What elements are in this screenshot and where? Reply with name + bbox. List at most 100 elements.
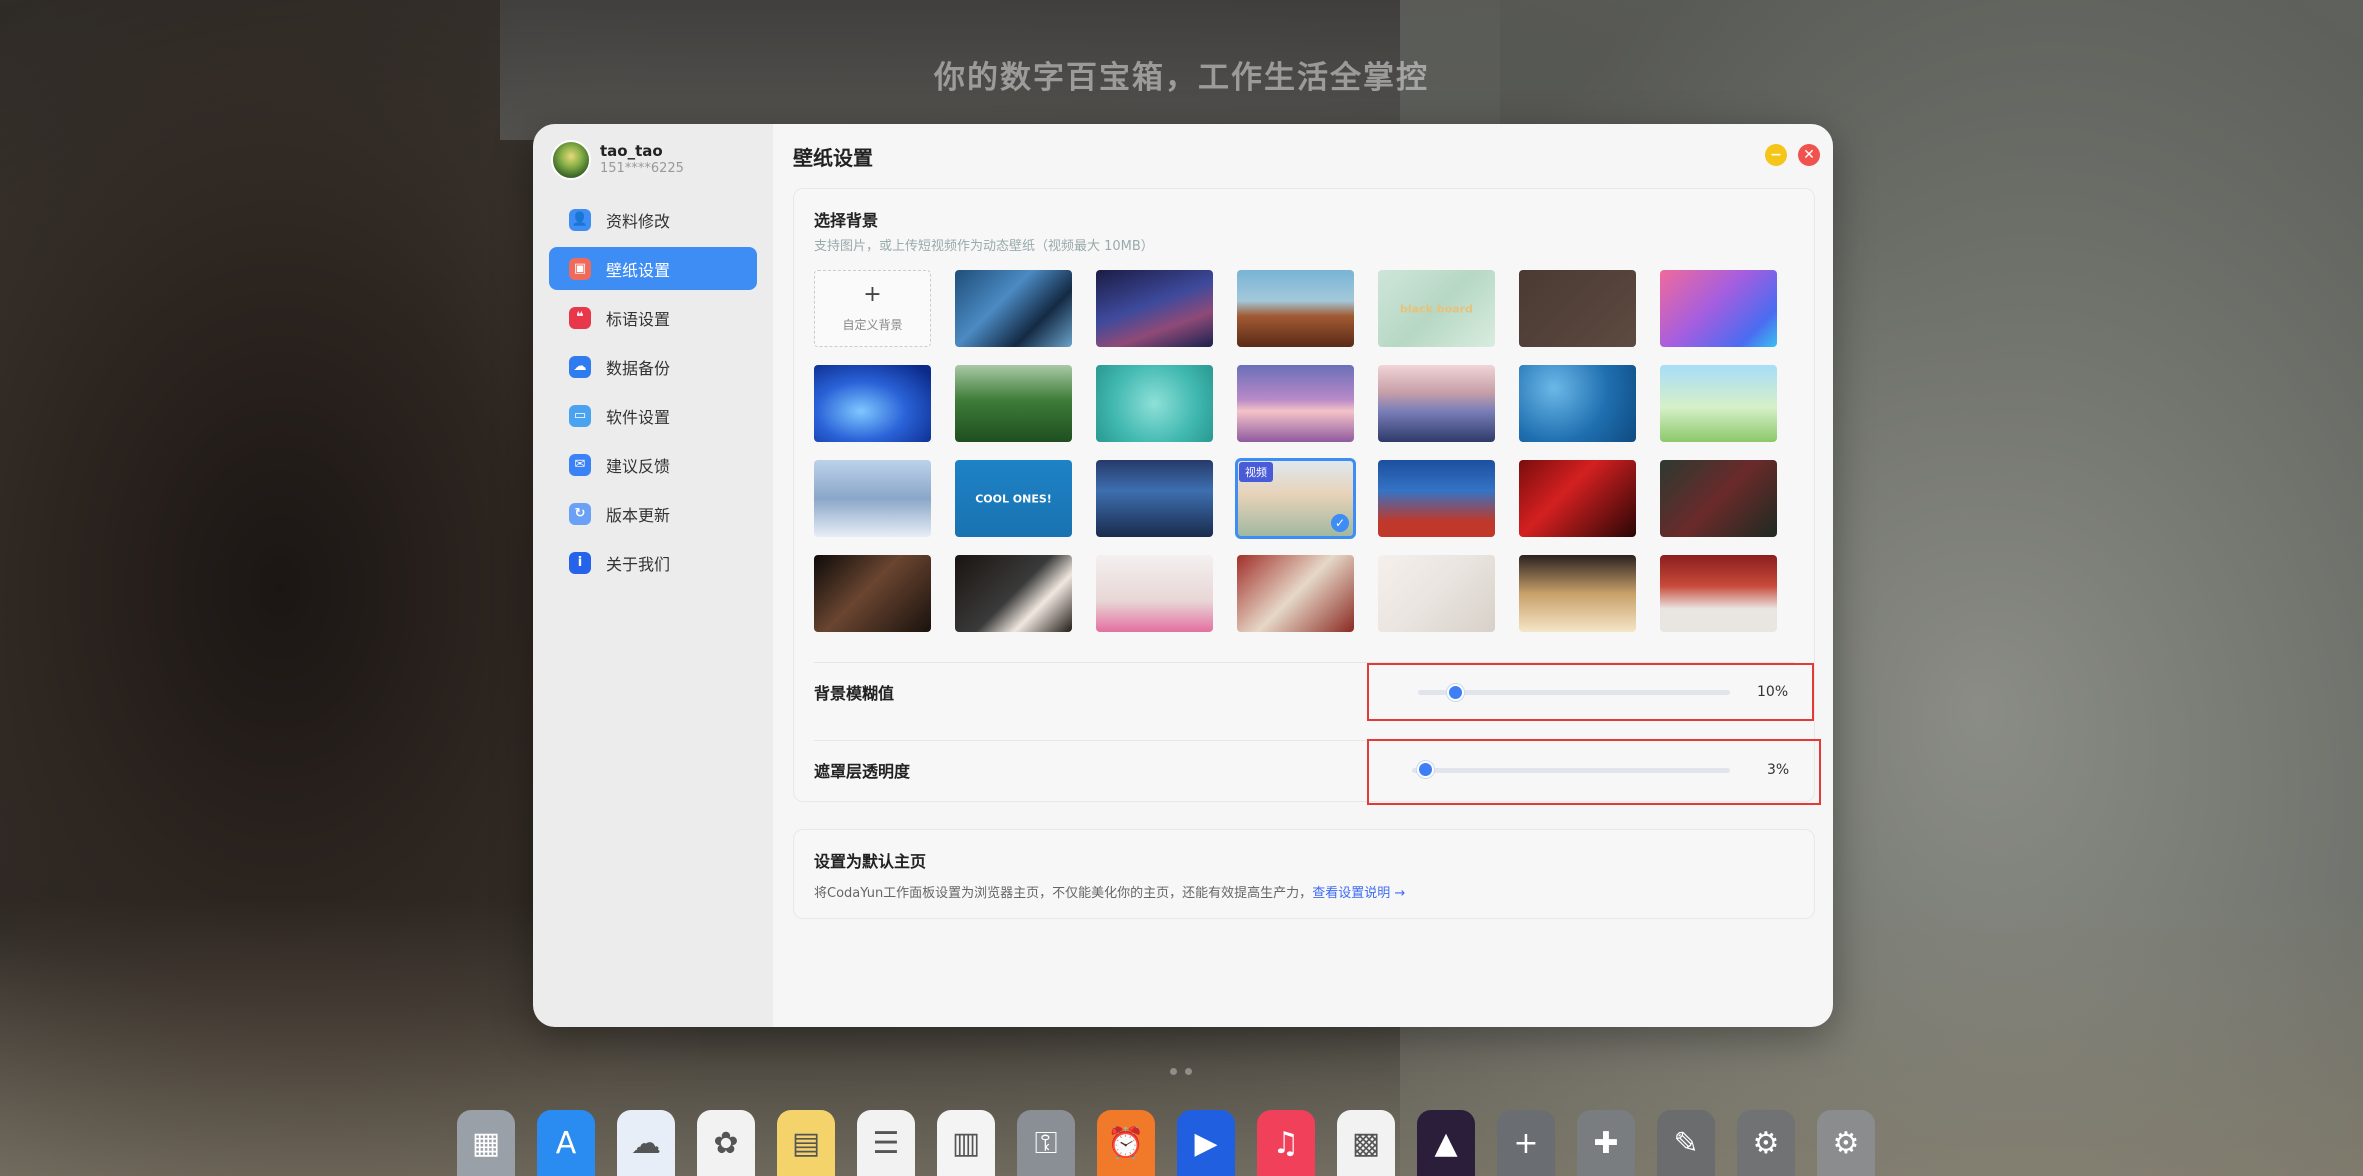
wallpaper-thumbnail[interactable]: [1096, 555, 1213, 632]
sidebar-item-monitor[interactable]: ▭ 软件设置: [549, 394, 757, 437]
user-phone: 151****6225: [600, 161, 684, 176]
calendar-icon[interactable]: ▥: [937, 1110, 995, 1176]
close-button[interactable]: ✕: [1798, 144, 1820, 166]
user-name: tao_tao: [600, 142, 663, 160]
blur-label: 背景模糊值: [814, 684, 895, 703]
wallpaper-caption: COOL ONES!: [975, 492, 1052, 505]
puzzle-icon[interactable]: ✚: [1577, 1110, 1635, 1176]
wallpaper-thumbnail[interactable]: [955, 365, 1072, 442]
page-dot[interactable]: [1185, 1068, 1192, 1075]
default-homepage-card: 设置为默认主页 将CodaYun工作面板设置为浏览器主页，不仅能美化你的主页，还…: [793, 829, 1815, 919]
wallpaper-thumbnail[interactable]: [1519, 365, 1636, 442]
blur-value: 10%: [1757, 684, 1789, 700]
wallpaper-thumbnail[interactable]: [1237, 555, 1354, 632]
wallpaper-thumbnail[interactable]: [814, 365, 931, 442]
wallpaper-thumbnail[interactable]: [814, 460, 931, 537]
wallpaper-thumbnail[interactable]: [1660, 460, 1777, 537]
mask-value: 3%: [1767, 762, 1790, 778]
sidebar-item-label: 版本更新: [606, 505, 671, 525]
wallpaper-thumbnail[interactable]: [1237, 365, 1354, 442]
add-icon[interactable]: +: [1497, 1110, 1555, 1176]
launchpad-icon[interactable]: ▦: [457, 1110, 515, 1176]
wallpaper-thumbnail[interactable]: [1660, 555, 1777, 632]
sidebar-item-cloud[interactable]: ☁ 数据备份: [549, 345, 757, 388]
selected-check-icon: ✓: [1331, 514, 1349, 532]
wallpaper-thumbnail[interactable]: [1378, 460, 1495, 537]
sidebar-item-label: 标语设置: [606, 309, 671, 329]
dock: ▦ A ☁ ✿ ▤ ☰ ▥ ⚿ ⏰ ▶ ♫ ▩ ▲ + ✚ ✎ ⚙ ⚙: [457, 1110, 1875, 1176]
sidebar-item-user-edit[interactable]: 👤 资料修改: [549, 198, 757, 241]
wallpaper-thumbnail[interactable]: [1660, 365, 1777, 442]
user-profile[interactable]: tao_tao 151****6225: [549, 140, 757, 180]
cloud-icon: ☁: [569, 355, 591, 378]
avatar[interactable]: [551, 140, 591, 180]
plus-icon: +: [863, 282, 882, 307]
brush-icon[interactable]: ✎: [1657, 1110, 1715, 1176]
sidebar-item-slogan[interactable]: ❝ 标语设置: [549, 296, 757, 339]
wallpaper-thumbnail[interactable]: [1237, 270, 1354, 347]
sidebar-item-label: 壁纸设置: [606, 260, 671, 280]
sidebar-item-label: 关于我们: [606, 554, 671, 574]
wallpaper-caption: black board: [1400, 302, 1473, 315]
homepage-description-text: 将CodaYun工作面板设置为浏览器主页，不仅能美化你的主页，还能有效提高生产力…: [814, 886, 1313, 901]
homepage-description: 将CodaYun工作面板设置为浏览器主页，不仅能美化你的主页，还能有效提高生产力…: [814, 882, 1794, 901]
sidebar-item-label: 数据备份: [606, 358, 671, 378]
music-icon[interactable]: ♫: [1257, 1110, 1315, 1176]
settings-gear-icon[interactable]: ⚙: [1737, 1110, 1795, 1176]
player-icon[interactable]: ▶: [1177, 1110, 1235, 1176]
page-indicator: [1170, 1068, 1192, 1075]
wallpaper-thumbnail[interactable]: [1378, 555, 1495, 632]
minimize-button[interactable]: −: [1765, 144, 1787, 166]
mask-slider-handle[interactable]: [1416, 761, 1434, 778]
alarm-icon[interactable]: ⏰: [1097, 1110, 1155, 1176]
wallpaper-thumbnail[interactable]: [955, 270, 1072, 347]
sidebar-item-wallpaper[interactable]: ▣ 壁纸设置: [549, 247, 757, 290]
view-instructions-link[interactable]: 查看设置说明 →: [1312, 886, 1405, 901]
mask-opacity-label: 遮罩层透明度: [814, 762, 911, 781]
info-icon: i: [569, 551, 591, 574]
reminders-icon[interactable]: ☰: [857, 1110, 915, 1176]
update-icon: ↻: [569, 502, 591, 525]
photos-icon[interactable]: ✿: [697, 1110, 755, 1176]
wallpaper-thumbnail[interactable]: [1096, 460, 1213, 537]
video-badge: 视频: [1239, 462, 1273, 482]
wallpaper-thumbnail[interactable]: 视频 ✓: [1235, 458, 1356, 539]
wallpaper-thumbnail[interactable]: [955, 555, 1072, 632]
feedback-icon: ✉: [569, 453, 591, 476]
keychain-icon[interactable]: ⚿: [1017, 1110, 1075, 1176]
wallpaper-thumbnail[interactable]: [1096, 365, 1213, 442]
wallpaper-thumbnail[interactable]: [1519, 460, 1636, 537]
custom-background-label: 自定义背景: [842, 318, 903, 332]
close-icon: ✕: [1803, 147, 1815, 163]
sidebar-item-feedback[interactable]: ✉ 建议反馈: [549, 443, 757, 486]
mask-slider-track[interactable]: [1412, 768, 1730, 773]
custom-background-button[interactable]: + 自定义背景: [814, 270, 931, 347]
wallpaper-thumbnail[interactable]: [1378, 365, 1495, 442]
background-settings-card: 选择背景 支持图片，或上传短视频作为动态壁纸（视频最大 10MB） + 自定义背…: [793, 188, 1821, 805]
page-title: 壁纸设置: [793, 146, 873, 170]
sidebar-item-label: 资料修改: [606, 211, 671, 231]
sidebar-item-info[interactable]: i 关于我们: [549, 541, 757, 584]
photo-editor-icon[interactable]: ▲: [1417, 1110, 1475, 1176]
wallpaper-thumbnail[interactable]: [1519, 270, 1636, 347]
notes-icon[interactable]: ▤: [777, 1110, 835, 1176]
settings-window: tao_tao 151****6225 👤 资料修改 ▣ 壁纸设置 ❝ 标语设置 ☁ 数据备份…: [533, 124, 1833, 1027]
wallpaper-thumbnail[interactable]: [1660, 270, 1777, 347]
section-title: 选择背景: [814, 211, 879, 230]
slogan-icon: ❝: [569, 306, 591, 329]
wallpaper-thumbnail[interactable]: [1096, 270, 1213, 347]
wallpaper-thumbnail[interactable]: [1519, 555, 1636, 632]
sidebar-item-update[interactable]: ↻ 版本更新: [549, 492, 757, 535]
page-dot[interactable]: [1170, 1068, 1177, 1075]
wallpaper-thumbnail[interactable]: black board: [1378, 270, 1495, 347]
blur-slider-track[interactable]: [1418, 690, 1730, 695]
qrcode-icon[interactable]: ▩: [1337, 1110, 1395, 1176]
system-preferences-icon[interactable]: ⚙: [1817, 1110, 1875, 1176]
wallpaper-icon: ▣: [569, 257, 591, 280]
wallpaper-grid: + 自定义背景 black board COOL ONES! 视频 ✓: [814, 270, 1794, 632]
wallpaper-thumbnail[interactable]: COOL ONES!: [955, 460, 1072, 537]
wallpaper-thumbnail[interactable]: [814, 555, 931, 632]
icloud-icon[interactable]: ☁: [617, 1110, 675, 1176]
app-store-icon[interactable]: A: [537, 1110, 595, 1176]
minimize-icon: −: [1770, 147, 1782, 163]
